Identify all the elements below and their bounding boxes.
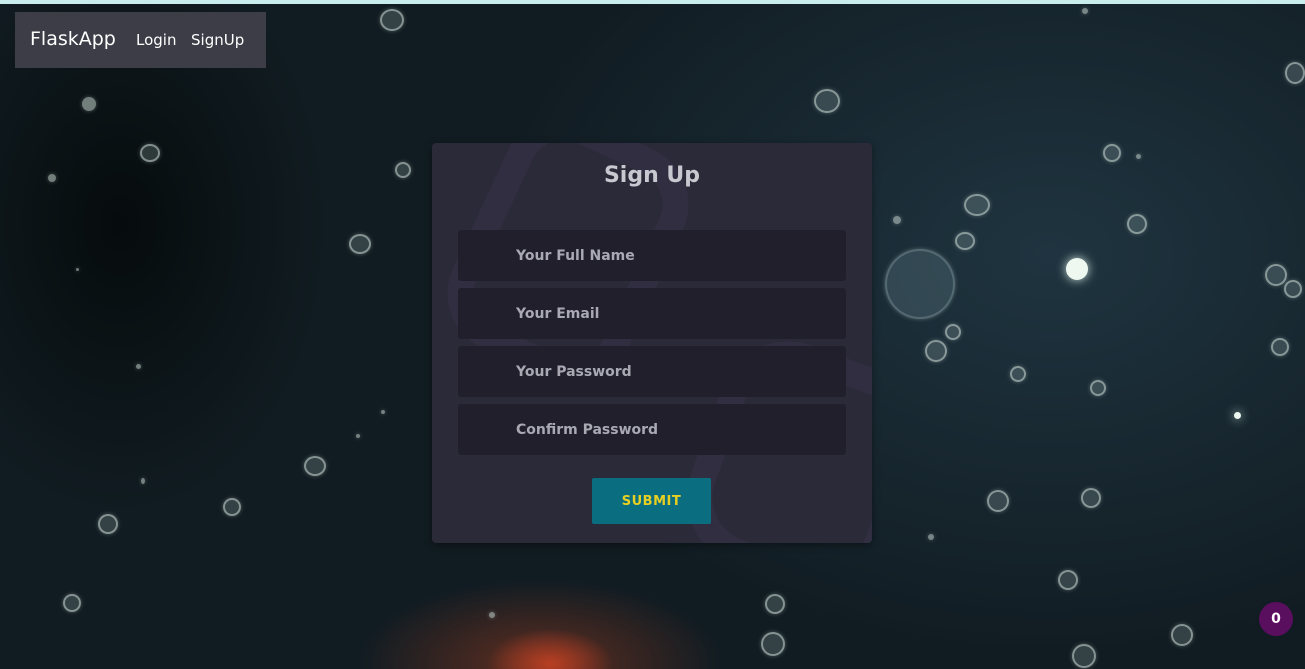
navbar: FlaskApp Login SignUp — [15, 12, 266, 68]
full-name-input[interactable] — [458, 230, 846, 281]
form-title: Sign Up — [603, 163, 701, 188]
brand-logo[interactable]: FlaskApp — [30, 28, 116, 50]
confirm-password-field-wrapper — [458, 404, 846, 455]
confirm-password-input[interactable] — [458, 404, 846, 455]
password-input[interactable] — [458, 346, 846, 397]
password-field-wrapper — [458, 346, 846, 397]
email-field-wrapper — [458, 288, 846, 339]
nav-signup-link[interactable]: SignUp — [191, 31, 244, 49]
full-name-field-wrapper — [458, 230, 846, 281]
signup-card: Sign Up SUBMIT — [432, 143, 872, 543]
nav-login-link[interactable]: Login — [136, 31, 176, 49]
email-input[interactable] — [458, 288, 846, 339]
submit-button[interactable]: SUBMIT — [592, 478, 711, 524]
notification-badge[interactable]: 0 — [1259, 602, 1293, 636]
